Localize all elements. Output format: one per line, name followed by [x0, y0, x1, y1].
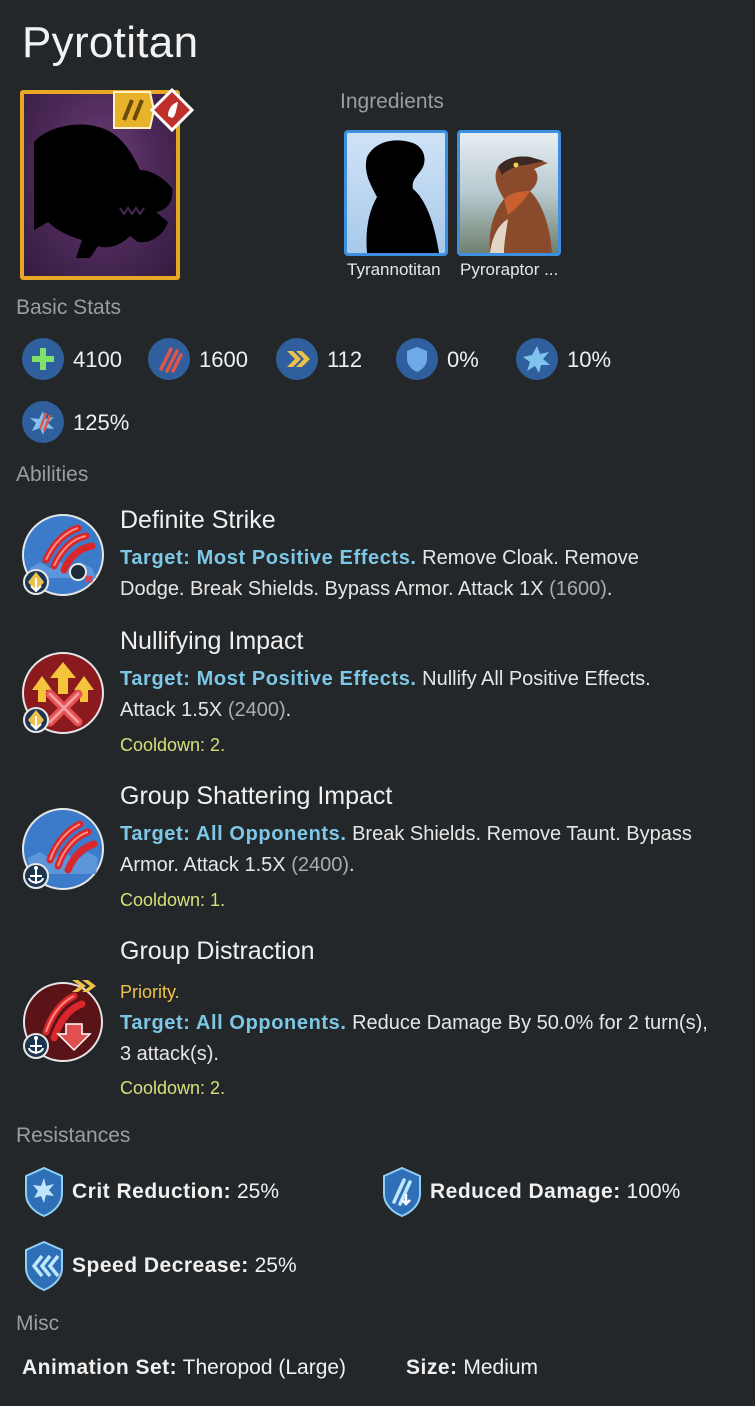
crit-chance-value: 10%: [567, 347, 612, 372]
ability-description: Target: Most Positive Effects. Remove Cl…: [120, 543, 745, 605]
ability-effect-text: Armor. Attack 1.5X: [120, 854, 292, 876]
crit-multiplier-icon: [22, 401, 64, 443]
animation-set: Animation Set: Theropod (Large): [22, 1356, 346, 1380]
ingredient-card-tyrannotitan[interactable]: [344, 130, 448, 256]
ability-effect-text: Nullify All Positive Effects.: [416, 668, 651, 690]
resistance-label: Speed Decrease:: [72, 1254, 249, 1277]
ability-name: Group Distraction: [120, 937, 315, 965]
animation-set-label: Animation Set:: [22, 1356, 178, 1379]
ability-cooldown: Cooldown: 2.: [120, 1078, 226, 1098]
ingredient-card-pyroraptor[interactable]: [457, 130, 561, 256]
armor-icon: [396, 338, 438, 380]
resistance-speed-decrease: Speed Decrease: 25%: [72, 1254, 297, 1278]
ability-period: .: [349, 854, 355, 876]
nullifying-impact-icon[interactable]: [20, 650, 106, 736]
reduced-damage-icon: [383, 1166, 421, 1218]
tyrannotitan-silhouette: [365, 140, 439, 253]
definite-strike-icon[interactable]: [20, 512, 106, 598]
ability-description: Target: Most Positive Effects. Nullify A…: [120, 664, 745, 726]
damage-icon: [148, 338, 190, 380]
ability-cooldown: Cooldown: 2.: [120, 735, 226, 755]
armor-value: 0%: [447, 347, 479, 372]
ability-effect-text: Remove Cloak. Remove: [416, 547, 639, 569]
animation-set-value: Theropod (Large): [177, 1356, 347, 1379]
resistance-label: Reduced Damage:: [430, 1180, 621, 1203]
damage-value: 1600: [199, 347, 248, 372]
ability-target: Target: Most Positive Effects.: [120, 668, 417, 690]
crit-reduction-icon: [25, 1166, 63, 1218]
speed-decrease-icon: [25, 1240, 63, 1292]
crit-chance-icon: [516, 338, 558, 380]
ability-target: Target: All Opponents.: [120, 1012, 347, 1034]
ingredient-name: Tyrannotitan: [347, 260, 441, 279]
badges-group: [113, 88, 194, 132]
resistance-crit-reduction: Crit Reduction: 25%: [72, 1180, 279, 1204]
ability-damage-value: (2400): [291, 854, 349, 876]
ability-priority: Priority.: [120, 982, 180, 1002]
ability-effect-text: Dodge. Break Shields. Bypass Armor. Atta…: [120, 578, 550, 600]
ability-description: Target: All Opponents. Break Shields. Re…: [120, 819, 745, 881]
group-distraction-icon[interactable]: [20, 976, 106, 1062]
ability-effect-text: Attack 1.5X: [120, 699, 228, 721]
crit-multiplier-value: 125%: [73, 410, 130, 435]
ability-damage-value: (2400): [227, 699, 286, 721]
resistances-label: Resistances: [16, 1124, 131, 1147]
ability-target: Target: Most Positive Effects.: [120, 547, 417, 569]
resistance-value: 25%: [248, 1254, 297, 1277]
resistance-value: 25%: [231, 1180, 280, 1203]
health-icon: [22, 338, 64, 380]
creature-silhouette: [34, 124, 173, 258]
ability-name: Nullifying Impact: [120, 627, 304, 655]
ability-description: Target: All Opponents. Reduce Damage By …: [120, 1008, 745, 1070]
ability-name: Group Shattering Impact: [120, 782, 393, 810]
creature-title: Pyrotitan: [22, 18, 199, 67]
ability-name: Definite Strike: [120, 506, 276, 534]
resistance-reduced-damage: Reduced Damage: 100%: [430, 1180, 680, 1204]
health-value: 4100: [73, 347, 122, 372]
pyroraptor-image: [489, 156, 552, 253]
ability-target: Target: All Opponents.: [120, 823, 347, 845]
ability-period: .: [285, 699, 292, 721]
creature-size: Size: Medium: [406, 1356, 538, 1380]
creature-portrait[interactable]: [20, 88, 194, 280]
speed-value: 112: [327, 347, 363, 372]
ingredients-label: Ingredients: [340, 90, 444, 113]
ability-effect-text: Break Shields. Remove Taunt. Bypass: [346, 823, 692, 845]
misc-label: Misc: [16, 1312, 60, 1335]
resistance-label: Crit Reduction:: [72, 1180, 232, 1203]
basic-stats-label: Basic Stats: [16, 296, 122, 319]
ability-effect-text: 3 attack(s).: [120, 1043, 219, 1065]
ability-cooldown: Cooldown: 1.: [120, 890, 226, 910]
ability-period: .: [606, 578, 613, 600]
class-badge-icon: [149, 88, 194, 132]
rarity-badge-icon: [113, 91, 156, 129]
ability-damage-value: (1600): [549, 578, 607, 600]
speed-icon: [276, 338, 318, 380]
size-label: Size:: [406, 1356, 458, 1379]
resistance-value: 100%: [620, 1180, 681, 1203]
ability-effect-text: Reduce Damage By 50.0% for 2 turn(s),: [346, 1012, 708, 1034]
ingredient-name: Pyroraptor ...: [460, 260, 559, 279]
group-shattering-impact-icon[interactable]: [20, 806, 106, 892]
size-value: Medium: [457, 1356, 539, 1379]
abilities-label: Abilities: [16, 463, 89, 486]
